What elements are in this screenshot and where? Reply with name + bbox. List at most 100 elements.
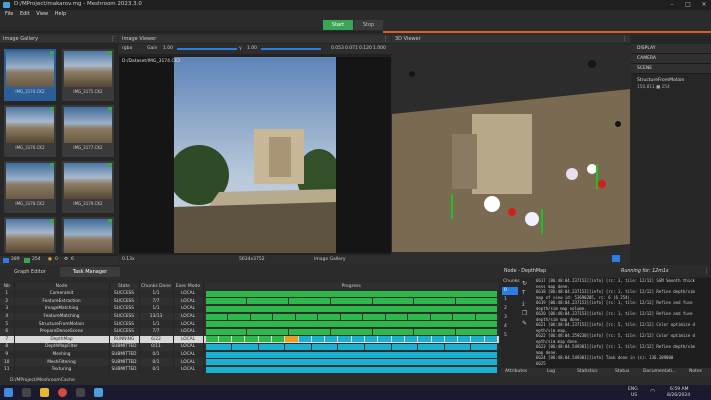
meshroom-icon[interactable] xyxy=(94,388,103,397)
progress-segment xyxy=(298,336,311,343)
wifi-icon[interactable]: ◠ xyxy=(650,388,655,395)
progress-segment xyxy=(456,298,497,305)
tab-attributes[interactable]: Attributes xyxy=(505,369,527,374)
reconstructed-badge xyxy=(108,51,112,55)
row-nb: 3 xyxy=(0,305,15,313)
gallery-thumb[interactable] xyxy=(4,217,56,253)
pixel-a: 1.000 xyxy=(373,46,386,51)
text-icon[interactable]: T xyxy=(522,290,534,300)
log-line: 6617 [06:48:04.237153][info] [rc: 3, til… xyxy=(536,278,695,283)
gamma-value[interactable]: 1.00 xyxy=(247,46,257,51)
point-cloud-view[interactable] xyxy=(392,44,630,265)
menu-bar: File Edit View Help xyxy=(0,10,711,19)
table-row[interactable]: 6 PrepareDenseScene SUCCESS 7/7 LOCAL xyxy=(0,327,500,336)
gallery-thumb[interactable]: IMG_3174.CK2 xyxy=(4,49,56,101)
viewer-image[interactable]: D:/Dataset/IMG_3174.CK2 xyxy=(119,57,391,253)
progress-segment xyxy=(247,298,289,305)
table-row[interactable]: 8 DepthMapFilter SUBMITTED 0/11 LOCAL xyxy=(0,343,500,351)
table-row[interactable]: 1 CameraInit SUCCESS 1/1 LOCAL xyxy=(0,290,500,298)
reconstructed-icon[interactable] xyxy=(24,258,30,263)
table-row[interactable]: 9 Meshing SUBMITTED 0/1 LOCAL xyxy=(0,350,500,359)
close-icon[interactable]: ✕ xyxy=(696,0,711,10)
chunk-item[interactable]: 4 xyxy=(502,323,518,331)
channel-select[interactable]: rgba xyxy=(122,46,132,51)
progress-segment xyxy=(338,343,365,350)
gallery-thumb[interactable]: IMG_3179.CK2 xyxy=(62,161,114,213)
table-row[interactable]: 7 DepthMap RUNNING 6/22 LOCAL xyxy=(0,335,500,344)
node-menu-icon[interactable]: ⋮ xyxy=(704,269,709,274)
row-progress xyxy=(203,312,500,321)
explorer-icon[interactable] xyxy=(40,388,49,397)
tab-statistics[interactable]: Statistics xyxy=(577,369,598,374)
menu-file[interactable]: File xyxy=(5,10,13,19)
gear-count: 6 xyxy=(71,257,74,262)
scene-section[interactable]: SCENE xyxy=(631,64,711,74)
progress-segment xyxy=(458,336,471,343)
start-button[interactable]: Start xyxy=(323,20,353,30)
chunk-item[interactable]: 1 xyxy=(502,296,518,304)
row-state: SUBMITTED xyxy=(109,365,140,374)
menu-edit[interactable]: Edit xyxy=(20,10,30,19)
tab-documentation[interactable]: Documentati... xyxy=(643,369,676,374)
table-row[interactable]: 3 ImageMatching SUCCESS 1/1 LOCAL xyxy=(0,305,500,313)
row-state: SUCCESS xyxy=(109,327,140,336)
stop-button[interactable]: Stop xyxy=(354,20,383,30)
gallery-thumb[interactable]: IMG_3176.CK2 xyxy=(4,105,56,157)
window-title: D:/MProject/makarov.mg - Meshroom 2023.3… xyxy=(14,1,142,7)
gallery-menu-icon[interactable]: ⋮ xyxy=(110,35,115,44)
tab-log[interactable]: Log xyxy=(547,369,555,374)
row-node: CameraInit xyxy=(14,290,110,298)
progress-segment xyxy=(378,336,391,343)
maximize-icon[interactable]: □ xyxy=(680,0,696,10)
gallery-thumb[interactable]: IMG_3178.CK2 xyxy=(4,161,56,213)
chunk-item[interactable]: 0 xyxy=(502,287,518,295)
gamma-slider[interactable] xyxy=(261,48,321,50)
terminal-icon[interactable] xyxy=(76,388,85,397)
download-icon[interactable]: ⤓ xyxy=(522,300,534,310)
table-row[interactable]: 10 MeshFiltering SUBMITTED 0/1 LOCAL xyxy=(0,358,500,366)
refresh-icon[interactable]: ↻ xyxy=(522,280,534,290)
tab-graph-editor[interactable]: Graph Editor xyxy=(0,267,60,277)
chunk-item[interactable]: 2 xyxy=(502,305,518,313)
row-progress xyxy=(203,343,500,351)
search-icon[interactable] xyxy=(22,388,31,397)
progress-segment xyxy=(330,298,372,305)
table-row[interactable]: 11 Texturing SUBMITTED 0/1 LOCAL xyxy=(0,365,500,374)
scene-panel: DISPLAY CAMERA SCENE StructureFromMotion… xyxy=(631,35,711,265)
camera-section[interactable]: CAMERA xyxy=(631,54,711,64)
gallery-thumb[interactable]: IMG_3175.CK2 xyxy=(62,49,114,101)
log-output[interactable]: 6617 [06:48:04.237153][info] [rc: 3, til… xyxy=(536,278,711,368)
lang-code[interactable]: ENG xyxy=(628,387,638,392)
reconstructed-badge xyxy=(50,163,54,167)
chrome-icon[interactable] xyxy=(58,388,67,397)
edit-icon[interactable]: ✎ xyxy=(522,320,534,330)
minimize-icon[interactable]: – xyxy=(664,0,680,10)
gain-slider[interactable] xyxy=(177,48,237,50)
viewer-menu-icon[interactable]: ⋮ xyxy=(383,35,388,44)
clock-time[interactable]: 6:59 AM xyxy=(670,387,689,392)
table-row[interactable]: 5 StructureFromMotion SUCCESS 1/1 LOCAL xyxy=(0,320,500,328)
scene-node-item[interactable]: StructureFromMotion 150,811 ■ 254 xyxy=(631,74,711,94)
thumbnail-image xyxy=(6,219,54,253)
chunk-item[interactable]: 5 xyxy=(502,332,518,340)
image-source-select[interactable]: Image Gallery xyxy=(314,257,346,262)
warning-icon[interactable]: ● xyxy=(48,257,52,262)
3d-viewer-menu-icon[interactable]: ⋮ xyxy=(622,35,627,44)
gain-value[interactable]: 1.00 xyxy=(163,46,173,51)
chunk-item[interactable]: 3 xyxy=(502,314,518,322)
menu-help[interactable]: Help xyxy=(55,10,66,19)
row-nb: 8 xyxy=(0,343,15,351)
gear-icon[interactable]: ⚙ xyxy=(64,257,68,262)
windows-icon[interactable] xyxy=(4,388,13,397)
copy-icon[interactable]: ❐ xyxy=(522,310,534,320)
gallery-thumb[interactable]: IMG_3177.CK2 xyxy=(62,105,114,157)
menu-view[interactable]: View xyxy=(36,10,48,19)
tab-task-manager[interactable]: Task Manager xyxy=(60,267,120,277)
table-row[interactable]: 4 FeatureMatching SUCCESS 13/13 LOCAL xyxy=(0,312,500,321)
tab-status[interactable]: Status xyxy=(615,369,629,374)
camera-icon[interactable] xyxy=(3,258,9,263)
tab-notes[interactable]: Notes xyxy=(689,369,702,374)
table-row[interactable]: 2 FeatureExtraction SUCCESS 7/7 LOCAL xyxy=(0,297,500,306)
display-section[interactable]: DISPLAY xyxy=(631,44,711,54)
gallery-thumb[interactable] xyxy=(62,217,114,253)
